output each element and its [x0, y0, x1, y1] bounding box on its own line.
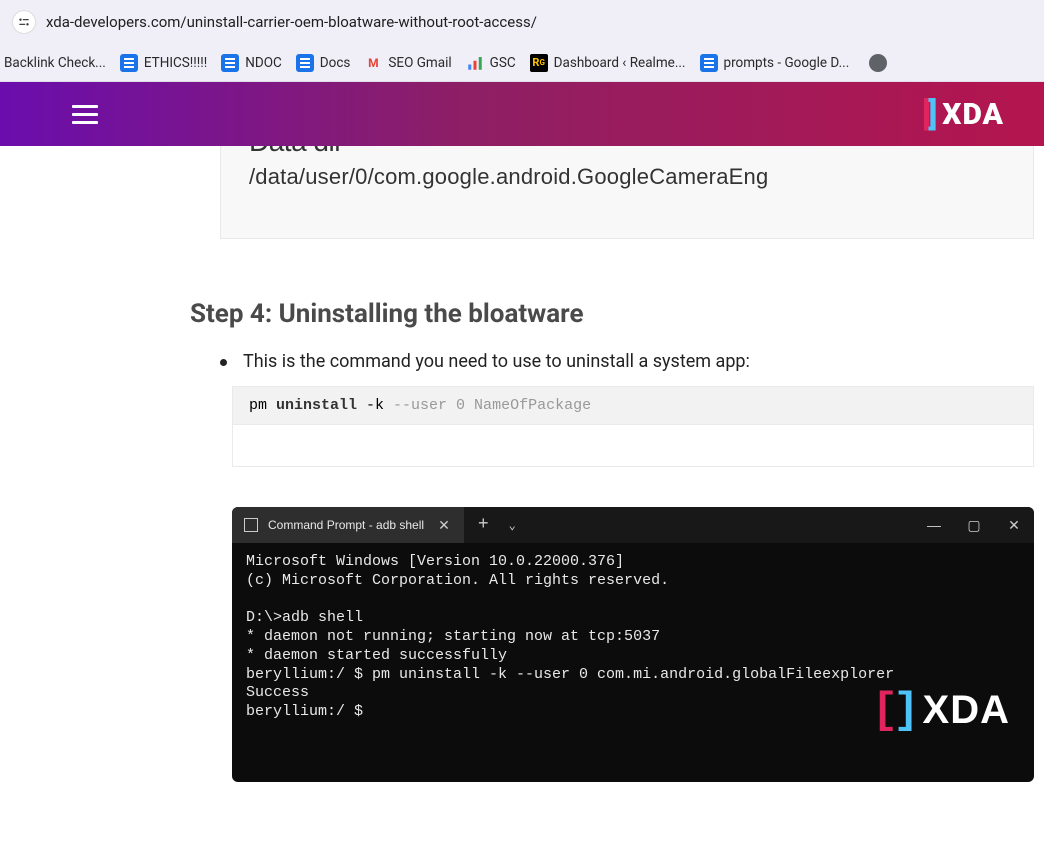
- bookmark-ndoc[interactable]: NDOC: [221, 54, 282, 72]
- docs-icon: [296, 54, 314, 72]
- article-content: Data dir /data/user/0/com.google.android…: [0, 146, 1044, 782]
- new-tab-button[interactable]: +: [464, 515, 503, 535]
- minimize-button[interactable]: —: [914, 517, 954, 533]
- bookmark-gsc[interactable]: GSC: [466, 54, 516, 72]
- menu-button[interactable]: [72, 105, 98, 124]
- terminal-titlebar: Command Prompt - adb shell ✕ + ⌄ — ▢ ✕: [232, 507, 1034, 543]
- code-snippet: pm uninstall -k --user 0 NameOfPackage: [232, 386, 1034, 425]
- docs-icon: [120, 54, 138, 72]
- close-window-button[interactable]: ✕: [994, 517, 1034, 534]
- terminal-tab-title: Command Prompt - adb shell: [268, 518, 424, 532]
- terminal-screenshot: Command Prompt - adb shell ✕ + ⌄ — ▢ ✕ M…: [232, 507, 1034, 782]
- code-box-padding: [232, 425, 1034, 467]
- xda-logo-icon: []: [922, 95, 934, 133]
- bookmark-ethics[interactable]: ETHICS!!!!!: [120, 54, 207, 72]
- xda-logo[interactable]: [] XDA: [922, 95, 1004, 133]
- cmd-icon: [244, 518, 258, 532]
- realme-icon: RG: [530, 54, 548, 72]
- bookmark-prompts[interactable]: prompts - Google D...: [700, 54, 850, 72]
- bookmarks-bar: Backlink Check... ETHICS!!!!! NDOC Docs …: [0, 44, 1044, 82]
- tab-dropdown-icon[interactable]: ⌄: [503, 518, 522, 533]
- xda-watermark: [] XDA: [872, 686, 1010, 736]
- gmail-icon: M: [364, 54, 382, 72]
- xda-logo-text: XDA: [942, 97, 1004, 132]
- maximize-button[interactable]: ▢: [954, 517, 994, 534]
- site-header: [] XDA: [0, 82, 1044, 146]
- bullet-text: This is the command you need to use to u…: [243, 351, 750, 372]
- xda-watermark-text: XDA: [923, 688, 1010, 733]
- bookmark-backlink[interactable]: Backlink Check...: [4, 55, 106, 71]
- url-text[interactable]: xda-developers.com/uninstall-carrier-oem…: [46, 13, 537, 31]
- terminal-tab[interactable]: Command Prompt - adb shell ✕: [232, 507, 464, 543]
- globe-icon[interactable]: [869, 54, 887, 72]
- terminal-output: Microsoft Windows [Version 10.0.22000.37…: [232, 543, 1034, 782]
- path-text: /data/user/0/com.google.android.GoogleCa…: [249, 164, 1005, 190]
- bookmark-realme[interactable]: RG Dashboard ‹ Realme...: [530, 54, 686, 72]
- bullet-icon: [220, 359, 227, 366]
- browser-url-bar: xda-developers.com/uninstall-carrier-oem…: [0, 0, 1044, 44]
- docs-icon: [700, 54, 718, 72]
- bookmark-docs[interactable]: Docs: [296, 54, 351, 72]
- xda-watermark-icon: []: [872, 686, 915, 736]
- bookmark-seo-gmail[interactable]: M SEO Gmail: [364, 54, 451, 72]
- site-settings-icon[interactable]: [12, 10, 36, 34]
- step-heading: Step 4: Uninstalling the bloatware: [190, 299, 1044, 329]
- docs-icon: [221, 54, 239, 72]
- gsc-icon: [466, 54, 484, 72]
- close-tab-icon[interactable]: ✕: [434, 517, 454, 534]
- previous-code-box: Data dir /data/user/0/com.google.android…: [220, 146, 1034, 239]
